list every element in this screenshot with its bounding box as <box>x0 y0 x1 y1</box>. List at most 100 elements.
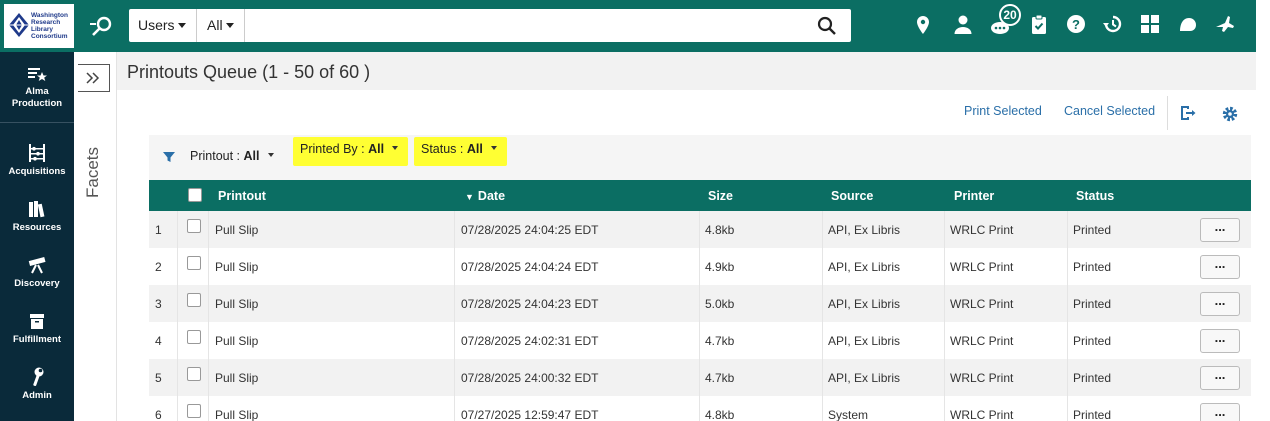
column-header-source[interactable]: Source <box>831 189 873 203</box>
nav-label-alma-production: Alma Production <box>11 86 63 109</box>
widgets-icon[interactable] <box>1138 12 1162 36</box>
column-divider <box>208 248 209 285</box>
printout-cell: Pull Slip <box>215 260 259 274</box>
printout-cell: Pull Slip <box>215 408 259 421</box>
column-header-size[interactable]: Size <box>708 189 733 203</box>
row-number: 6 <box>155 408 162 421</box>
clipboard-icon[interactable] <box>1027 13 1051 37</box>
nav-item-alma-production[interactable]: Alma Production <box>0 64 74 122</box>
main-content: Printouts Queue (1 - 50 of 60 ) Print Se… <box>117 52 1256 421</box>
status-cell: Printed <box>1073 371 1112 385</box>
printout-cell: Pull Slip <box>215 371 259 385</box>
cancel-selected-link[interactable]: Cancel Selected <box>1064 104 1155 118</box>
box-icon <box>30 314 44 329</box>
nav-item-admin[interactable]: Admin <box>0 366 74 421</box>
caret-down-icon <box>225 23 234 28</box>
row-checkbox[interactable] <box>187 219 201 233</box>
user-icon[interactable] <box>951 13 975 37</box>
row-actions-button[interactable]: ... <box>1200 366 1240 390</box>
institution-logo[interactable]: Washington Research Library Consortium <box>4 4 74 48</box>
column-divider <box>944 359 945 396</box>
search-icon[interactable] <box>817 16 837 36</box>
expand-facets-button[interactable] <box>78 64 110 92</box>
double-chevron-right-icon <box>86 72 100 84</box>
row-number: 5 <box>155 371 162 385</box>
size-cell: 4.7kb <box>705 371 735 385</box>
nav-item-acquisitions[interactable]: Acquisitions <box>0 142 74 198</box>
nav-label-acquisitions: Acquisitions <box>8 166 66 177</box>
printer-cell: WRLC Print <box>950 371 1014 385</box>
search-bar: Users All <box>129 9 851 42</box>
row-actions-button[interactable]: ... <box>1200 218 1240 242</box>
table-row[interactable]: 2 Pull Slip 07/28/2025 24:04:24 EDT 4.9kb AP… <box>149 248 1251 285</box>
row-actions-button[interactable]: ... <box>1200 403 1240 421</box>
table-row[interactable]: 1 Pull Slip 07/28/2025 24:04:25 EDT 4.8kb AP… <box>149 211 1251 248</box>
status-filter-label: Status : <box>421 142 464 156</box>
status-filter-value: All <box>466 142 483 156</box>
nav-item-discovery[interactable]: Discovery <box>0 254 74 310</box>
table-row[interactable]: 4 Pull Slip 07/28/2025 24:02:31 EDT 4.7kb AP… <box>149 322 1251 359</box>
column-divider <box>1067 211 1068 248</box>
table-row[interactable]: 5 Pull Slip 07/28/2025 24:00:32 EDT 4.7kb AP… <box>149 359 1251 396</box>
row-checkbox[interactable] <box>187 256 201 270</box>
column-divider <box>699 359 700 396</box>
column-divider <box>822 322 823 359</box>
search-field-dropdown[interactable]: All <box>197 9 245 42</box>
source-cell: API, Ex Libris <box>828 260 901 274</box>
printed-by-filter-dropdown[interactable]: Printed By : All <box>293 137 409 166</box>
launch-icon[interactable] <box>1213 12 1237 36</box>
row-checkbox[interactable] <box>187 404 201 418</box>
status-cell: Printed <box>1073 223 1112 237</box>
row-actions-button[interactable]: ... <box>1200 329 1240 353</box>
persistent-search-icon[interactable] <box>88 14 116 38</box>
status-cell: Printed <box>1073 408 1112 421</box>
row-actions-button[interactable]: ... <box>1200 255 1240 279</box>
column-divider <box>177 248 178 285</box>
printed-by-filter-label: Printed By : <box>300 142 365 156</box>
printout-filter-dropdown[interactable]: Printout : All <box>190 149 274 163</box>
column-header-status[interactable]: Status <box>1076 189 1114 203</box>
tasks-count-badge[interactable]: 20 <box>999 4 1021 26</box>
row-checkbox[interactable] <box>187 330 201 344</box>
nav-item-fulfillment[interactable]: Fulfillment <box>0 310 74 366</box>
column-divider <box>208 359 209 396</box>
column-divider <box>208 285 209 322</box>
column-divider <box>1067 396 1068 421</box>
row-actions-button[interactable]: ... <box>1200 292 1240 316</box>
notifications-icon[interactable] <box>1176 12 1200 36</box>
row-number: 2 <box>155 260 162 274</box>
main-menu: Alma Production Acquisitions Resources D… <box>0 52 74 421</box>
export-icon[interactable] <box>1178 104 1196 122</box>
row-checkbox[interactable] <box>187 367 201 381</box>
facets-panel: Facets <box>74 52 117 421</box>
books-icon <box>29 201 45 218</box>
nav-label-admin: Admin <box>22 390 52 401</box>
column-header-date[interactable]: ▼ Date <box>465 189 505 203</box>
column-divider <box>944 322 945 359</box>
column-divider <box>177 285 178 322</box>
table-row[interactable]: 6 Pull Slip 07/27/2025 12:59:47 EDT 4.8kb Sy… <box>149 396 1251 421</box>
size-cell: 4.7kb <box>705 334 735 348</box>
status-filter-dropdown[interactable]: Status : All <box>414 137 507 166</box>
row-checkbox[interactable] <box>187 293 201 307</box>
table-row[interactable]: 3 Pull Slip 07/28/2025 24:04:23 EDT 5.0kb AP… <box>149 285 1251 322</box>
date-cell: 07/27/2025 12:59:47 EDT <box>461 408 599 421</box>
nav-item-resources[interactable]: Resources <box>0 198 74 254</box>
nav-label-fulfillment: Fulfillment <box>12 334 62 345</box>
select-all-checkbox[interactable] <box>188 188 202 202</box>
history-icon[interactable] <box>1101 12 1125 36</box>
column-header-printout[interactable]: Printout <box>218 189 266 203</box>
search-input[interactable] <box>247 11 807 40</box>
column-header-printer[interactable]: Printer <box>954 189 994 203</box>
column-divider <box>822 211 823 248</box>
location-icon[interactable] <box>911 13 935 37</box>
printout-filter-label: Printout : <box>190 149 241 163</box>
printer-cell: WRLC Print <box>950 408 1014 421</box>
size-cell: 5.0kb <box>705 297 735 311</box>
print-selected-link[interactable]: Print Selected <box>964 104 1042 118</box>
printer-cell: WRLC Print <box>950 260 1014 274</box>
help-icon[interactable]: ? <box>1064 12 1088 36</box>
gear-icon[interactable] <box>1221 105 1239 123</box>
source-cell: API, Ex Libris <box>828 334 901 348</box>
search-scope-dropdown[interactable]: Users <box>129 9 197 42</box>
